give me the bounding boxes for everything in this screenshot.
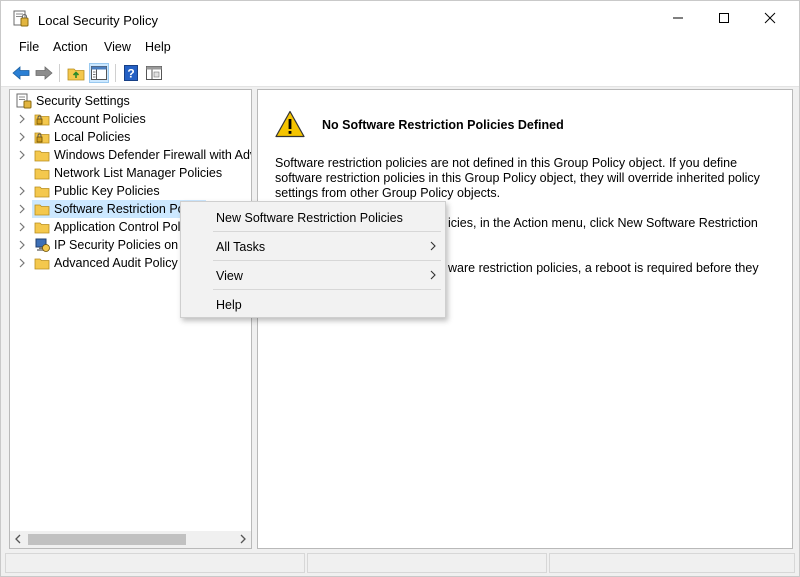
close-icon: [764, 12, 776, 24]
context-menu: New Software Restriction Policies All Ta…: [180, 201, 446, 318]
show-hide-tree-icon: [91, 66, 107, 80]
expand-arrow-icon[interactable]: [18, 204, 26, 214]
tree-item-network-list-manager[interactable]: Network List Manager Policies: [10, 164, 250, 182]
folder-icon: [34, 258, 50, 270]
expand-arrow-icon: [19, 132, 25, 142]
tree-item-label: IP Security Policies on Lo: [54, 238, 196, 252]
menu-help[interactable]: Help: [145, 40, 171, 54]
context-item-label: Help: [216, 298, 242, 312]
expand-arrow-icon: [19, 258, 25, 268]
toolbar: ?: [1, 59, 799, 87]
details-pane: No Software Restriction Policies Defined…: [257, 89, 793, 549]
paragraph-line: software restriction policies in this Gr…: [275, 171, 760, 185]
expand-arrow-icon: [19, 222, 25, 232]
menu-action[interactable]: Action: [53, 40, 88, 54]
help-button[interactable]: ?: [121, 63, 141, 83]
context-item-label: New Software Restriction Policies: [216, 211, 403, 225]
up-folder-icon: [67, 68, 85, 81]
svg-text:?: ?: [127, 67, 134, 81]
show-hide-console-tree-button[interactable]: [89, 63, 109, 83]
details-paragraph-partial: ware restriction policies, a reboot is r…: [448, 261, 759, 275]
context-item-all-tasks[interactable]: All Tasks: [183, 233, 443, 259]
tree-item-local-policies[interactable]: Local Policies: [10, 128, 250, 146]
status-cell: [307, 553, 547, 573]
minimize-icon: [673, 17, 683, 19]
menu-view[interactable]: View: [104, 40, 131, 54]
forward-button[interactable]: [34, 63, 54, 83]
context-item-label: View: [216, 269, 243, 283]
security-settings-icon: [16, 93, 32, 109]
tree-item-label: Advanced Audit Policy C: [54, 256, 191, 270]
horizontal-scrollbar[interactable]: [10, 531, 251, 548]
details-paragraph-partial: icies, in the Action menu, click New Sof…: [448, 216, 758, 230]
folder-icon: [34, 150, 50, 162]
security-policy-app-icon: [13, 10, 29, 27]
tree-root-label: Security Settings: [36, 94, 130, 108]
back-button[interactable]: [11, 63, 31, 83]
tree-item-account-policies[interactable]: Account Policies: [10, 110, 250, 128]
folder-icon: [34, 222, 50, 234]
folder-lock-icon: [34, 132, 50, 144]
status-cell: [549, 553, 795, 573]
context-item-view[interactable]: View: [183, 262, 443, 288]
toolbar-separator: [59, 64, 60, 82]
submenu-arrow-icon: [430, 241, 436, 251]
details-heading: No Software Restriction Policies Defined: [322, 118, 564, 132]
context-item-help[interactable]: Help: [183, 291, 443, 317]
toolbar-separator: [115, 64, 116, 82]
tree-item-label: Network List Manager Policies: [54, 166, 223, 180]
console-tree[interactable]: Security Settings Account Policies Local…: [9, 89, 252, 549]
tree-item-label: Software Restriction Poli: [54, 202, 191, 216]
properties-icon: [146, 66, 162, 80]
folder-icon: [34, 204, 50, 216]
scrollbar-thumb[interactable]: [28, 534, 186, 545]
tree-item-label: Public Key Policies: [54, 184, 160, 198]
status-cell: [5, 553, 305, 573]
context-menu-separator: [213, 260, 441, 261]
forward-arrow-icon: [35, 66, 53, 80]
context-item-new-software-restriction-policies[interactable]: New Software Restriction Policies: [183, 204, 443, 230]
back-arrow-icon: [12, 66, 30, 80]
context-item-label: All Tasks: [216, 240, 266, 254]
context-menu-separator: [213, 231, 441, 232]
scroll-right-icon[interactable]: [239, 534, 247, 544]
window-title: Local Security Policy: [38, 13, 158, 28]
tree-item-windows-defender-firewall[interactable]: Windows Defender Firewall with Adva: [10, 146, 252, 164]
ip-security-icon: [35, 238, 50, 252]
tree-item-label: Windows Defender Firewall with Adva: [54, 148, 252, 162]
status-bar: [1, 551, 799, 576]
title-bar[interactable]: Local Security Policy: [1, 1, 799, 35]
tree-item-label: Local Policies: [54, 130, 131, 144]
tree-item-label: Account Policies: [54, 112, 146, 126]
maximize-button[interactable]: [701, 1, 747, 35]
menu-file[interactable]: File: [19, 40, 39, 54]
maximize-icon: [719, 13, 729, 23]
paragraph-line: Software restriction policies are not de…: [275, 156, 738, 170]
properties-button[interactable]: [144, 63, 164, 83]
folder-lock-icon: [34, 114, 50, 126]
expand-arrow-icon: [19, 150, 25, 160]
menu-bar: File Action View Help: [1, 35, 799, 59]
expand-arrow-icon: [19, 186, 25, 196]
paragraph-line: settings from other Group Policy objects…: [275, 186, 501, 200]
tree-item-label: Application Control Poli: [54, 220, 184, 234]
expand-arrow-icon: [19, 114, 25, 124]
up-one-level-button[interactable]: [66, 63, 86, 83]
details-paragraph: Software restriction policies are not de…: [275, 156, 775, 201]
tree-root[interactable]: Security Settings: [10, 92, 250, 110]
minimize-button[interactable]: [655, 1, 701, 35]
folder-icon: [34, 186, 50, 198]
expand-arrow-icon: [19, 240, 25, 250]
tree-item-public-key-policies[interactable]: Public Key Policies: [10, 182, 250, 200]
help-icon: ?: [124, 65, 138, 81]
close-button[interactable]: [747, 1, 793, 35]
scroll-left-icon[interactable]: [14, 534, 22, 544]
warning-icon: [275, 110, 305, 138]
submenu-arrow-icon: [430, 270, 436, 280]
context-menu-separator: [213, 289, 441, 290]
folder-icon: [34, 168, 50, 180]
